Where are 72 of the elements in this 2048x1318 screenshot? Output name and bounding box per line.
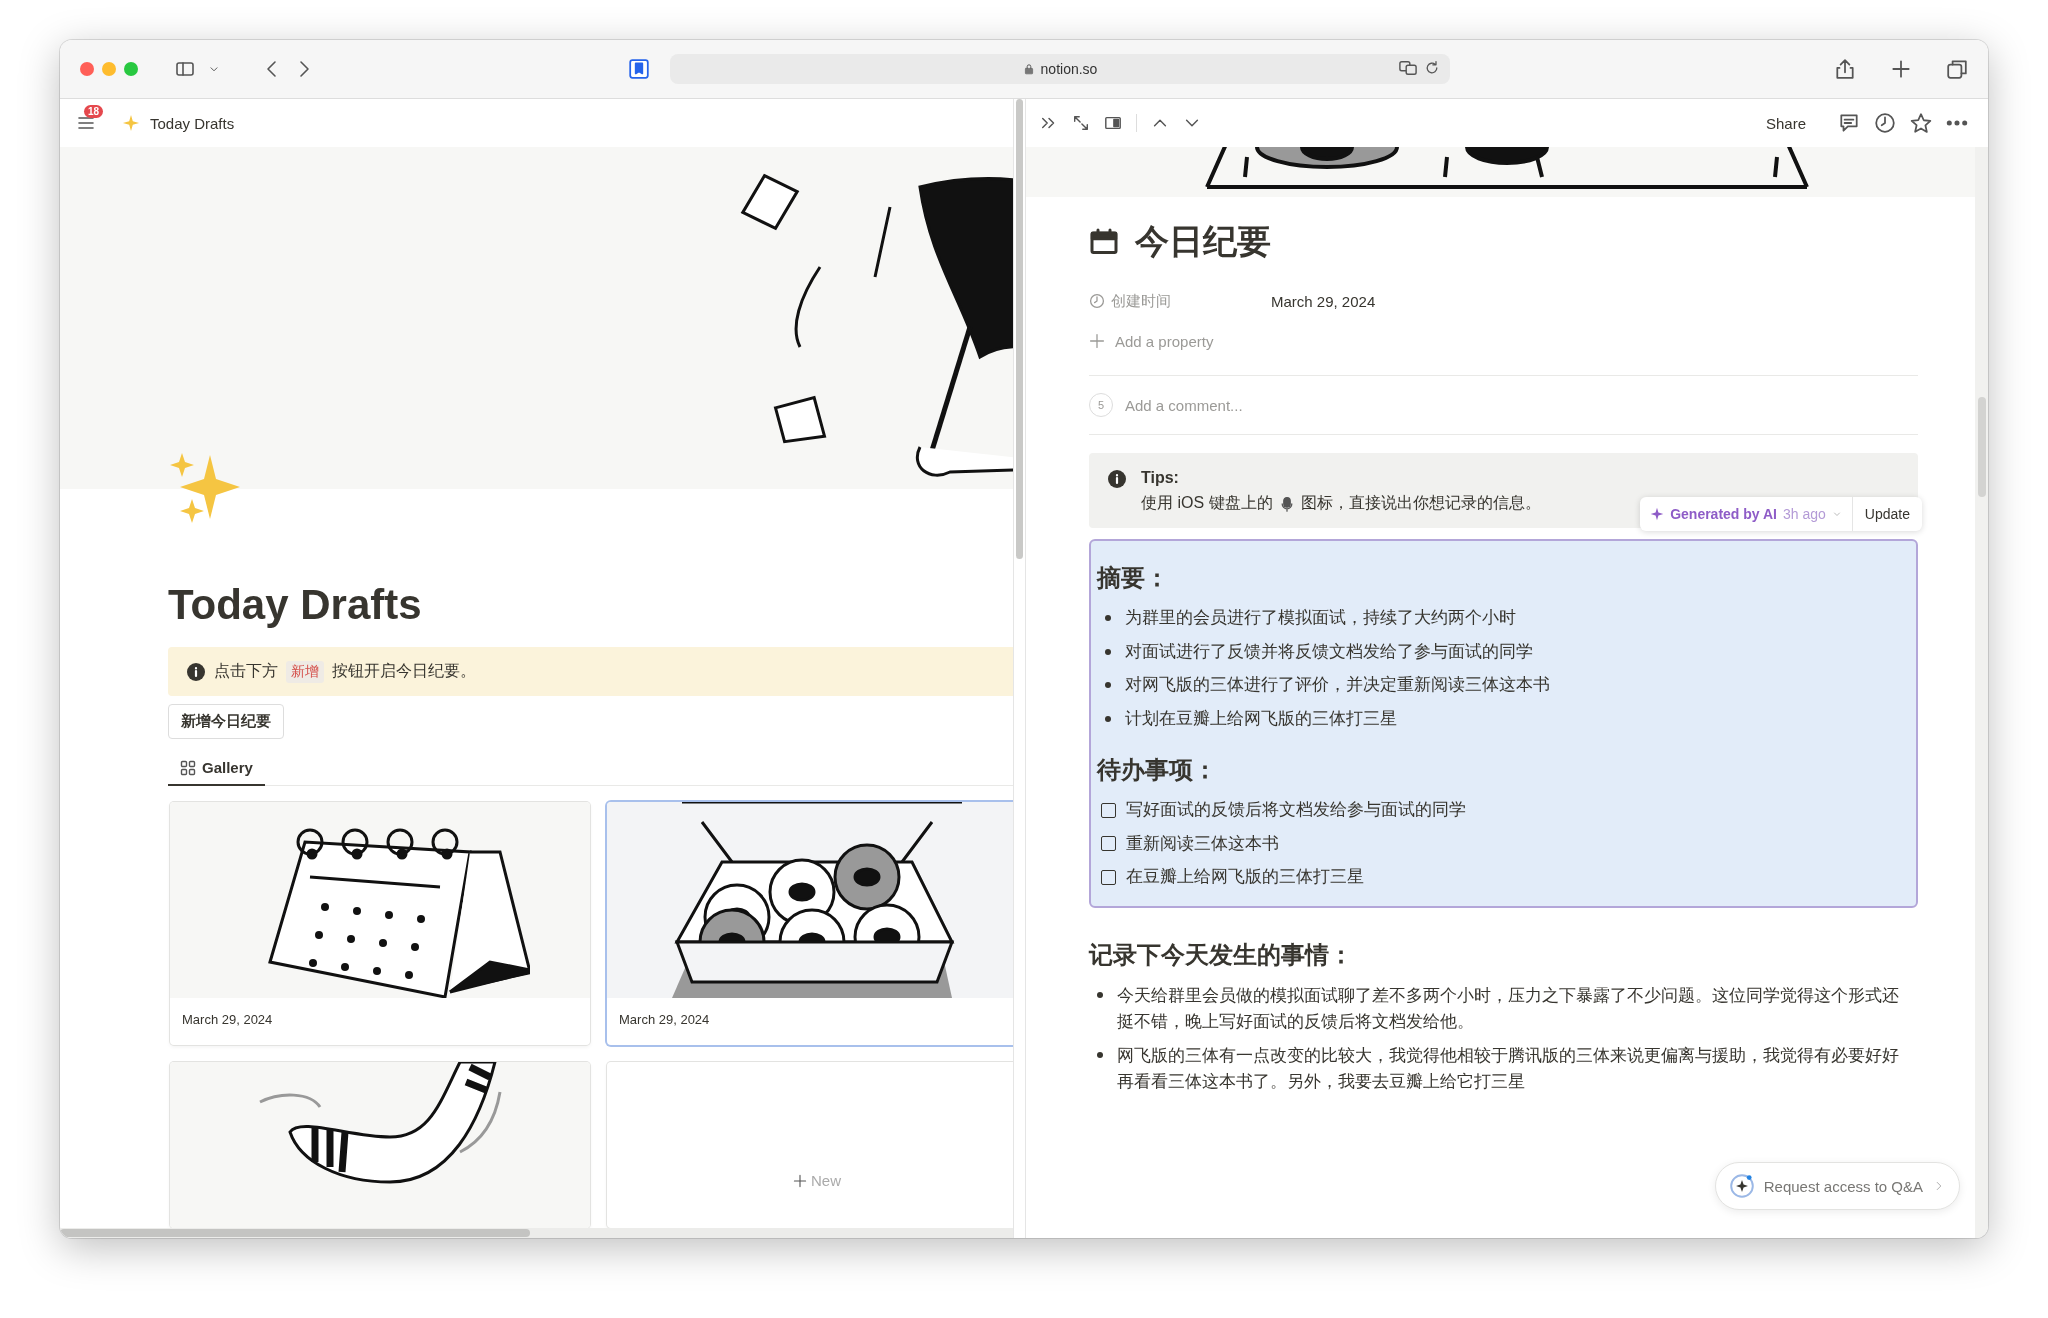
property-value[interactable]: March 29, 2024 — [1271, 292, 1376, 310]
breadcrumb-link[interactable]: Today Drafts — [150, 114, 235, 132]
todo-text: 重新阅读三体这本书 — [1126, 832, 1279, 854]
expand-icon[interactable] — [1072, 114, 1090, 132]
comment-field[interactable]: Add a comment... — [1123, 395, 1627, 415]
comment-icon[interactable] — [1838, 112, 1860, 134]
bullet-dot — [1097, 992, 1103, 999]
gallery-icon — [180, 759, 196, 776]
bullet-item: 对面试进行了反馈并将反馈文档发给了参与面试的同学 — [1125, 640, 1533, 662]
page-title: 今日纪要 — [1135, 221, 1271, 262]
sidebar-icon[interactable] — [174, 59, 196, 79]
tips-text: 使用 iOS 键盘上的 — [1141, 493, 1273, 513]
ai-sparkle-icon — [1729, 1174, 1754, 1198]
scrollbar-thumb[interactable] — [60, 1229, 530, 1237]
page-title: Today Drafts — [168, 580, 422, 630]
star-icon[interactable] — [1910, 112, 1932, 134]
section-heading: 摘要： — [1097, 563, 1170, 593]
tabs-overview-icon[interactable] — [1946, 58, 1968, 80]
info-icon — [1107, 469, 1127, 489]
request-access-button[interactable]: Request access to Q&A — [1714, 1162, 1960, 1210]
translate-icon[interactable] — [1398, 59, 1418, 77]
share-link[interactable]: Share — [1765, 114, 1806, 132]
bullet-item: 计划在豆瓣上给网飞版的三体打三星 — [1125, 707, 1397, 729]
bullet-item: 为群里的会员进行了模拟面试，持续了大约两个小时 — [1125, 607, 1516, 628]
notification-badge: 18 — [84, 105, 104, 118]
bullet-dot — [1105, 615, 1111, 621]
share-icon[interactable] — [1834, 58, 1856, 80]
section-heading: 记录下今天发生的事情： — [1089, 940, 1354, 971]
bullet-dot — [1105, 648, 1111, 655]
plus-icon — [793, 1173, 807, 1188]
address-field[interactable]: notion.so — [670, 54, 1450, 84]
todo-text: 在豆瓣上给网飞版的三体打三星 — [1126, 866, 1364, 888]
update-button[interactable]: Update — [1852, 497, 1922, 531]
callout-text: 点击下方 — [214, 661, 278, 681]
sparkle-icon — [122, 114, 140, 132]
clock-icon[interactable] — [1874, 112, 1896, 134]
clock-icon — [1089, 293, 1105, 309]
bullet-item: 对网飞版的三体进行了评价，并决定重新阅读三体这本书 — [1125, 674, 1550, 696]
checkbox[interactable] — [1101, 836, 1116, 852]
calendar-icon — [1089, 227, 1119, 257]
chevron-down-icon — [1831, 509, 1842, 519]
close-window-button[interactable] — [80, 62, 94, 76]
bullet-item: 网飞版的三体有一点改变的比较大，我觉得他相较于腾讯版的三体来说更偏离与援助，我觉得有必要好好再看看三体这本书了。另外，我要去豆瓣上给它打三星 — [1117, 1045, 1900, 1093]
ai-info-dropdown[interactable]: Generated by AI 3h ago — [1640, 497, 1853, 531]
bullet-dot — [1105, 682, 1111, 689]
lock-icon — [1022, 63, 1035, 75]
bullet-dot — [1097, 1052, 1103, 1059]
tips-title: Tips: — [1141, 469, 1180, 487]
gallery-card[interactable] — [170, 1062, 590, 1228]
sparkle-icon — [1650, 507, 1665, 521]
side-panel-icon[interactable] — [1104, 114, 1122, 132]
card-date: March 29, 2024 — [619, 1012, 710, 1027]
gallery-card[interactable]: March 29, 2024 — [170, 802, 590, 1045]
tag: 新增 — [286, 660, 324, 683]
section-heading: 待办事项： — [1097, 755, 1218, 786]
view-tab[interactable]: Gallery — [168, 751, 265, 786]
scrollbar-thumb[interactable] — [1977, 397, 1986, 497]
checkbox[interactable] — [1101, 802, 1116, 818]
todo-text: 写好面试的反馈后将文档发给参与面试的同学 — [1126, 799, 1466, 821]
new-tab-icon[interactable] — [1890, 58, 1912, 80]
bullet-dot — [1105, 715, 1111, 722]
card-date: March 29, 2024 — [182, 1012, 273, 1027]
info-icon — [186, 661, 206, 682]
callout-text: 按钮开启今日纪要。 — [332, 661, 476, 681]
checkbox[interactable] — [1101, 869, 1116, 885]
scrollbar-thumb[interactable] — [1016, 99, 1023, 559]
plus-icon — [1089, 333, 1105, 349]
bookmark-icon[interactable] — [628, 58, 650, 80]
bullet-item: 今天给群里会员做的模拟面试聊了差不多两个小时，压力之下暴露了不少问题。这位同学觉得这个形式还挺不错，晚上写好面试的反馈后将文档发给他。 — [1117, 985, 1900, 1033]
tips-text: 图标，直接说出你想记录的信息。 — [1300, 493, 1541, 513]
new-entry-button[interactable]: 新增今日纪要 — [168, 704, 284, 739]
gallery-card[interactable]: March 29, 2024 — [607, 802, 1013, 1045]
